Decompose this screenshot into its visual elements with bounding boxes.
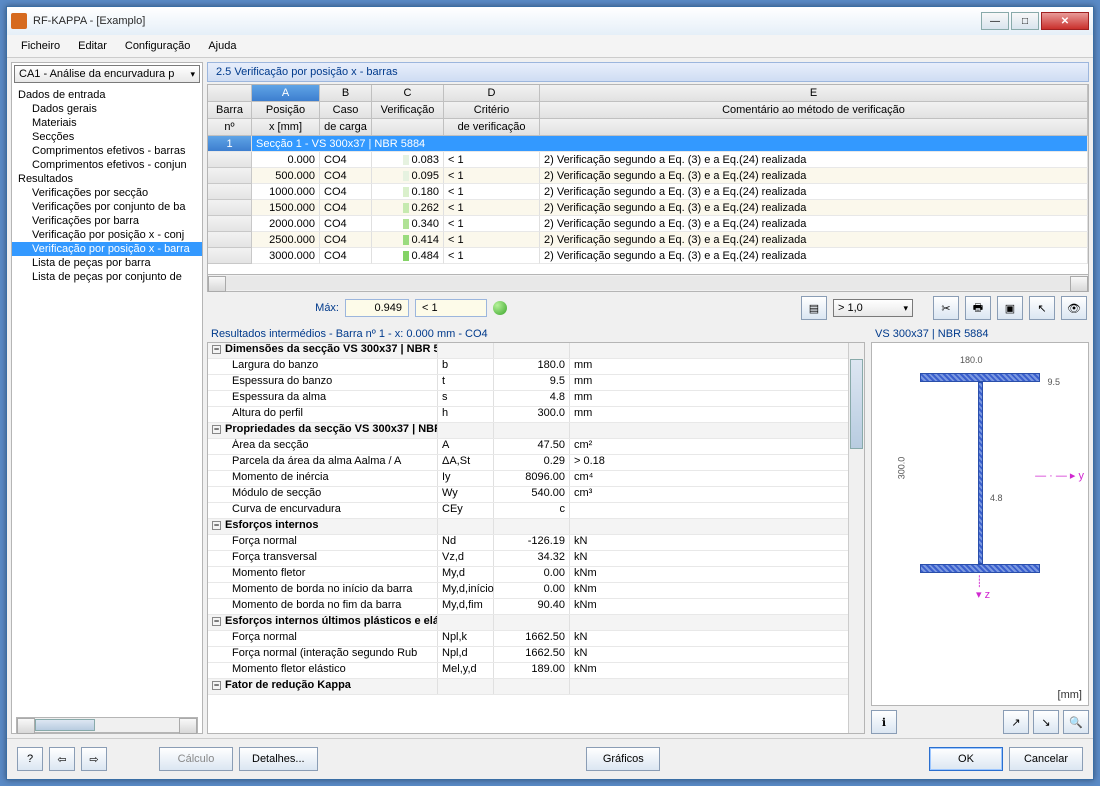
grid-row[interactable]: 0.000CO40.083< 12) Verificação segundo a… (208, 152, 1088, 168)
max-crit: < 1 (415, 299, 487, 317)
detail-row: Parcela da área da alma Aalma / AΔA,St0.… (208, 455, 848, 471)
loadcase-combo[interactable]: CA1 - Análise da encurvadura p (14, 65, 200, 83)
details-title: Resultados intermédios - Barra nº 1 - x:… (207, 326, 865, 342)
footer: ? ⇦ ⇨ Cálculo Detalhes... Gráficos OK Ca… (7, 738, 1093, 779)
col-e-letter[interactable]: E (540, 85, 1088, 102)
detail-row: Momento de inérciaIy8096.00cm⁴ (208, 471, 848, 487)
app-icon (11, 13, 27, 29)
grid-row[interactable]: 3000.000CO40.484< 12) Verificação segund… (208, 248, 1088, 264)
grid-row[interactable]: 500.000CO40.095< 12) Verificação segundo… (208, 168, 1088, 184)
tree-item[interactable]: Secções (12, 130, 202, 144)
status-ok-icon (493, 301, 507, 315)
detail-row: Módulo de secçãoWy540.00cm³ (208, 487, 848, 503)
minimize-button[interactable]: — (981, 12, 1009, 30)
axes-y-button[interactable]: ↗ (1003, 710, 1029, 734)
menu-file[interactable]: Ficheiro (13, 38, 68, 54)
tree-item[interactable]: Dados de entrada (12, 88, 202, 102)
detail-row: Força normalNpl,k1662.50kN (208, 631, 848, 647)
section-preview: 180.0 9.5 300.0 4.8 — · — ▸ y ┊▾ z [mm] (871, 342, 1089, 706)
preview-title: VS 300x37 | NBR 5884 (871, 326, 1089, 342)
tree-item[interactable]: Materiais (12, 116, 202, 130)
view-button[interactable]: 👁 (1061, 296, 1087, 320)
menubar: Ficheiro Editar Configuração Ajuda (7, 35, 1093, 58)
details-button[interactable]: Detalhes... (239, 747, 318, 771)
col-c-letter[interactable]: C (372, 85, 444, 102)
next-nav-button[interactable]: ⇨ (81, 747, 107, 771)
header-comment: Comentário ao método de verificação (540, 102, 1088, 119)
menu-config[interactable]: Configuração (117, 38, 198, 54)
detail-row: Espessura do banzot9.5mm (208, 375, 848, 391)
nav-tree: Dados de entradaDados geraisMateriaisSec… (12, 85, 202, 717)
tree-item[interactable]: Verificação por posição x - barra (12, 242, 202, 256)
zoom-button[interactable]: 🔍 (1063, 710, 1089, 734)
colorscale-button[interactable]: ▤ (801, 296, 827, 320)
detail-row: Momento de borda no início da barraMy,d,… (208, 583, 848, 599)
detail-row: Momento fletorMy,d0.00kNm (208, 567, 848, 583)
detail-row: Força transversalVz,d34.32kN (208, 551, 848, 567)
tree-item[interactable]: Lista de peças por conjunto de (12, 270, 202, 284)
cancel-button[interactable]: Cancelar (1009, 747, 1083, 771)
maximize-button[interactable]: □ (1011, 12, 1039, 30)
grid-hscroll[interactable] (207, 275, 1089, 292)
graphics-button[interactable]: Gráficos (586, 747, 660, 771)
header-caso: Caso (320, 102, 372, 119)
tree-item[interactable]: Lista de peças por barra (12, 256, 202, 270)
print-button[interactable]: 🖶 (965, 296, 991, 320)
pick-button[interactable]: ↖ (1029, 296, 1055, 320)
detail-row: Espessura da almas4.8mm (208, 391, 848, 407)
details-scrollbar[interactable] (848, 343, 864, 733)
max-value: 0.949 (345, 299, 409, 317)
calculate-button[interactable]: Cálculo (159, 747, 233, 771)
tree-item[interactable]: Comprimentos efetivos - barras (12, 144, 202, 158)
detail-row: Largura do banzob180.0mm (208, 359, 848, 375)
header-barra: Barra (208, 102, 252, 119)
menu-help[interactable]: Ajuda (200, 38, 244, 54)
sidebar-scrollbar[interactable] (16, 717, 198, 733)
close-button[interactable]: ✕ (1041, 12, 1089, 30)
col-d-letter[interactable]: D (444, 85, 540, 102)
detail-row: Área da secçãoA47.50cm² (208, 439, 848, 455)
details-table: −Dimensões da secção VS 300x37 | NBR 588… (208, 343, 848, 733)
max-label: Máx: (209, 302, 339, 314)
tree-item[interactable]: Verificações por conjunto de ba (12, 200, 202, 214)
tree-item[interactable]: Verificações por secção (12, 186, 202, 200)
sidebar: CA1 - Análise da encurvadura p Dados de … (11, 62, 203, 734)
detail-row: Força normal (interação segundo RubNpl,d… (208, 647, 848, 663)
header-verif: Verificação (372, 102, 444, 119)
prev-nav-button[interactable]: ⇦ (49, 747, 75, 771)
app-window: RF-KAPPA - [Examplo] — □ ✕ Ficheiro Edit… (6, 6, 1094, 780)
header-pos: Posição (252, 102, 320, 119)
tree-item[interactable]: Verificação por posição x - conj (12, 228, 202, 242)
grid-row[interactable]: 2500.000CO40.414< 12) Verificação segund… (208, 232, 1088, 248)
grid-row[interactable]: 1000.000CO40.180< 12) Verificação segund… (208, 184, 1088, 200)
detail-row: Força normalNd-126.19kN (208, 535, 848, 551)
tree-item[interactable]: Comprimentos efetivos - conjun (12, 158, 202, 172)
window-title: RF-KAPPA - [Examplo] (33, 15, 981, 27)
tree-item[interactable]: Verificações por barra (12, 214, 202, 228)
info-button[interactable]: ℹ (871, 710, 897, 734)
section-title: 2.5 Verificação por posição x - barras (207, 62, 1089, 82)
filter-combo[interactable]: > 1,0 (833, 299, 913, 317)
col-a-letter[interactable]: A (252, 85, 320, 102)
menu-edit[interactable]: Editar (70, 38, 115, 54)
filter-button[interactable]: ✂ (933, 296, 959, 320)
results-grid: A B C D E Barra Posição Caso Verificação… (207, 84, 1089, 275)
ok-button[interactable]: OK (929, 747, 1003, 771)
select-button[interactable]: ▣ (997, 296, 1023, 320)
detail-row: Momento de borda no fim da barraMy,d,fim… (208, 599, 848, 615)
tree-item[interactable]: Resultados (12, 172, 202, 186)
header-crit: Critério (444, 102, 540, 119)
grid-row[interactable]: 2000.000CO40.340< 12) Verificação segund… (208, 216, 1088, 232)
preview-unit: [mm] (1058, 689, 1082, 701)
grid-row[interactable]: 1500.000CO40.262< 12) Verificação segund… (208, 200, 1088, 216)
tree-item[interactable]: Dados gerais (12, 102, 202, 116)
detail-row: Altura do perfilh300.0mm (208, 407, 848, 423)
titlebar: RF-KAPPA - [Examplo] — □ ✕ (7, 7, 1093, 35)
detail-row: Curva de encurvaduraCEyc (208, 503, 848, 519)
axes-z-button[interactable]: ↘ (1033, 710, 1059, 734)
help-button[interactable]: ? (17, 747, 43, 771)
col-b-letter[interactable]: B (320, 85, 372, 102)
detail-row: Momento fletor elásticoMel,y,d189.00kNm (208, 663, 848, 679)
